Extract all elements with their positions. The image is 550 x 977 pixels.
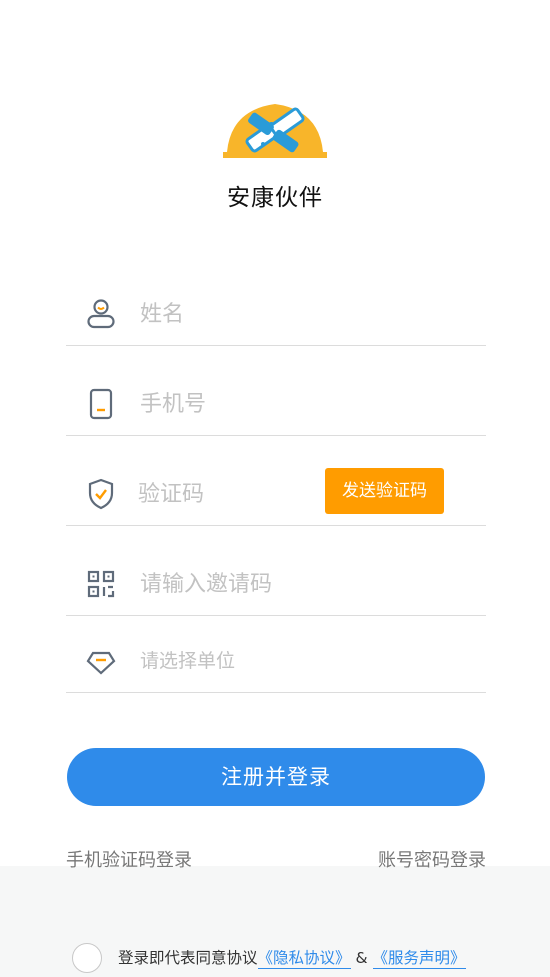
sms-login-link[interactable]: 手机验证码登录: [66, 846, 192, 872]
agreement-text: 登录即代表同意协议《隐私协议》 & 《服务声明》: [118, 946, 466, 969]
privacy-agreement-link[interactable]: 《隐私协议》: [257, 949, 351, 969]
unit-select[interactable]: [140, 639, 390, 683]
send-code-button[interactable]: 发送验证码: [325, 468, 444, 514]
app-name: 安康伙伴: [227, 185, 323, 211]
shield-check-icon: [86, 478, 116, 510]
register-login-button[interactable]: 注册并登录: [67, 748, 485, 806]
invite-input[interactable]: [140, 562, 390, 606]
name-input[interactable]: [140, 292, 390, 336]
helmet-handshake-icon: [223, 104, 327, 158]
code-input[interactable]: [138, 472, 308, 516]
invite-field: [66, 556, 486, 616]
qr-code-icon: [86, 568, 116, 600]
user-icon: [86, 298, 116, 330]
diamond-icon: [86, 645, 116, 677]
agreement-checkbox[interactable]: [72, 943, 102, 973]
code-field: 发送验证码: [66, 466, 486, 526]
phone-icon: [86, 388, 116, 420]
password-login-link[interactable]: 账号密码登录: [378, 846, 486, 872]
service-statement-link[interactable]: 《服务声明》: [372, 949, 466, 969]
app-logo: [223, 100, 327, 160]
unit-field[interactable]: [66, 633, 486, 693]
agreement-amp: &: [355, 949, 368, 967]
agreement-prefix: 登录即代表同意协议: [118, 949, 258, 967]
phone-input[interactable]: [140, 382, 390, 426]
phone-field: [66, 376, 486, 436]
name-field: [66, 286, 486, 346]
